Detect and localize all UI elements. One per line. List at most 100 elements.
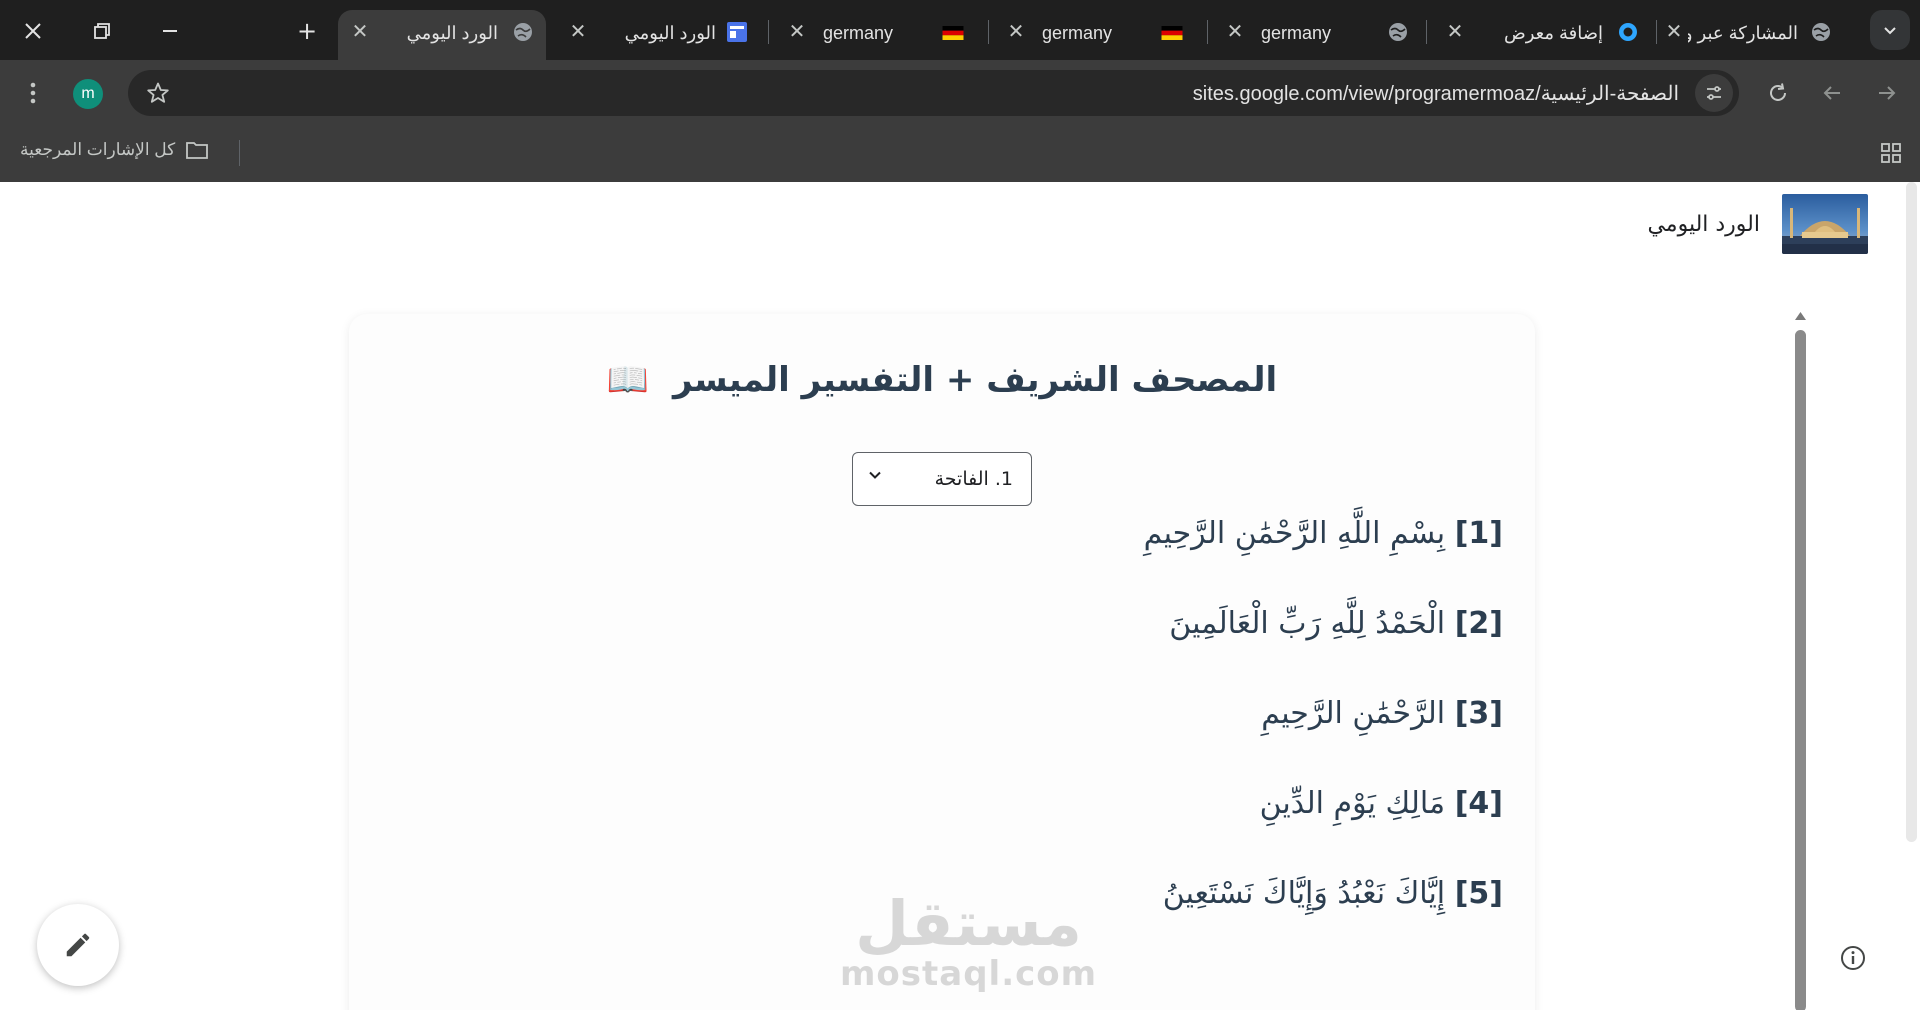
reload-icon — [1770, 83, 1786, 101]
window-restore-button[interactable] — [87, 16, 117, 46]
url-text[interactable]: sites.google.com/view/programermoaz/الصف… — [1193, 81, 1679, 106]
ayah-number: [1] — [1454, 516, 1503, 551]
tab-separator — [768, 20, 769, 44]
ayah-line: [5] إِيَّاكَ نَعْبُدُ وَإِيَّاكَ نَسْتَع… — [1163, 876, 1503, 911]
ayah-text: إِيَّاكَ نَعْبُدُ وَإِيَّاكَ نَسْتَعِينُ — [1162, 876, 1446, 911]
ayah-text: مَالِكِ يَوْمِ الدِّينِ — [1259, 786, 1446, 821]
minimize-icon — [163, 30, 177, 32]
pencil-icon — [66, 933, 90, 957]
bookmarks-divider — [239, 140, 240, 166]
embed-scrollbar[interactable] — [1794, 312, 1807, 1010]
close-icon — [25, 23, 41, 39]
globe-icon — [514, 23, 532, 41]
info-icon — [1841, 946, 1865, 970]
tab-separator — [1207, 20, 1208, 44]
bookmark-star-button[interactable] — [144, 79, 172, 107]
star-icon — [147, 82, 169, 103]
tab-close-button[interactable]: ✕ — [1004, 19, 1028, 43]
address-bar[interactable]: sites.google.com/view/programermoaz/الصف… — [128, 70, 1739, 116]
site-header: الورد اليومي — [1647, 194, 1868, 254]
forward-button[interactable] — [1872, 78, 1902, 108]
tab-close-button[interactable]: ✕ — [1223, 19, 1247, 43]
globe-icon — [1389, 23, 1407, 41]
page-title: المصحف الشريف + التفسير الميسر 📖 — [349, 360, 1535, 400]
tune-icon — [1707, 86, 1721, 100]
bookmarks-bar: كل الإشارات المرجعية — [0, 126, 1920, 182]
toolbar: m sites.google.com/view/programermoaz/ال… — [0, 60, 1920, 126]
tab-separator — [988, 20, 989, 44]
profile-avatar[interactable]: m — [73, 79, 103, 109]
ayah-line: [4] مَالِكِ يَوْمِ الدِّينِ — [1260, 786, 1503, 821]
reload-button[interactable] — [1763, 78, 1793, 108]
window-minimize-button[interactable] — [155, 16, 185, 46]
arrow-left-icon — [1823, 86, 1840, 100]
apps-grid-icon — [1881, 143, 1901, 163]
chevron-down-icon — [1884, 27, 1896, 35]
tab-separator — [1426, 20, 1427, 44]
site-title[interactable]: الورد اليومي — [1647, 212, 1760, 237]
ayah-text: الرَّحْمَٰنِ الرَّحِيمِ — [1261, 696, 1446, 731]
watermark-arabic: مستقل — [855, 887, 1082, 960]
ayah-text: بِسْمِ اللَّهِ الرَّحْمَٰنِ الرَّحِيمِ — [1143, 516, 1446, 551]
site-logo-mosque-image[interactable] — [1782, 194, 1868, 254]
tab-wird[interactable]: ✕ الورد اليومي — [556, 10, 764, 60]
ayah-number: [4] — [1454, 786, 1503, 821]
tab-title: germany — [1261, 23, 1332, 43]
tab-close-button[interactable]: ✕ — [1662, 19, 1686, 43]
restore-icon — [94, 23, 110, 39]
page-content: الورد اليومي المصحف الشريف + التفسير الم… — [0, 182, 1920, 1010]
profile-initial: m — [81, 85, 95, 102]
sites-icon — [727, 22, 747, 42]
tab-close-button[interactable]: ✕ — [785, 19, 809, 43]
all-bookmarks-label: كل الإشارات المرجعية — [20, 140, 176, 159]
ring-icon — [1619, 23, 1637, 41]
page-scrollbar[interactable] — [1906, 182, 1917, 842]
tab-wird-active[interactable]: ✕ الورد اليومي — [338, 10, 546, 60]
tab-share[interactable]: ✕ المشاركة عبر و — [1662, 10, 1842, 60]
tab-close-button[interactable]: ✕ — [348, 19, 372, 43]
tab-close-button[interactable]: ✕ — [566, 19, 590, 43]
edit-button[interactable] — [37, 904, 119, 986]
ayah-text: الْحَمْدُ لِلَّهِ رَبِّ الْعَالَمِينَ — [1169, 606, 1446, 641]
tab-close-button[interactable]: ✕ — [1443, 19, 1467, 43]
book-icon: 📖 — [606, 360, 650, 400]
site-info-button[interactable] — [1695, 74, 1733, 112]
window-close-button[interactable] — [18, 16, 48, 46]
ayah-line: [2] الْحَمْدُ لِلَّهِ رَبِّ الْعَالَمِين… — [1169, 606, 1503, 641]
tab-title: الورد اليومي — [624, 23, 716, 43]
tab-title: germany — [1042, 23, 1113, 43]
scrollbar-graphic — [1795, 312, 1806, 1010]
all-bookmarks-folder[interactable]: كل الإشارات المرجعية — [20, 140, 209, 160]
germany-flag-icon — [942, 26, 964, 40]
tab-germany-2[interactable]: ✕ germany — [994, 10, 1202, 60]
tab-add-gallery[interactable]: ✕ إضافة معرض — [1443, 10, 1651, 60]
ayah-number: [3] — [1454, 696, 1503, 731]
folder-icon — [186, 142, 209, 159]
germany-flag-icon — [1161, 26, 1183, 40]
tab-separator — [1656, 20, 1657, 44]
tab-groups-button[interactable] — [1876, 138, 1906, 168]
more-vert-icon — [30, 82, 36, 104]
browser-window: + ✕ الورد اليومي ✕ الورد اليومي ✕ german… — [0, 0, 1920, 1010]
tab-germany-3[interactable]: ✕ germany — [775, 10, 983, 60]
chevron-down-icon — [869, 471, 881, 479]
back-button[interactable] — [1817, 78, 1847, 108]
arrow-right-icon — [1879, 86, 1896, 100]
surah-select[interactable]: 1. الفاتحة — [852, 452, 1032, 506]
tab-search-button[interactable] — [1870, 10, 1910, 50]
tab-title: إضافة معرض — [1503, 23, 1603, 43]
globe-icon — [1812, 23, 1830, 41]
tab-title: الورد اليومي — [406, 23, 498, 43]
ayah-line: [1] بِسْمِ اللَّهِ الرَّحْمَٰنِ الرَّحِي… — [1144, 516, 1503, 551]
ayah-number: [2] — [1454, 606, 1503, 641]
tab-title: المشاركة عبر و — [1688, 23, 1798, 43]
menu-button[interactable] — [18, 78, 48, 108]
ayah-line: [3] الرَّحْمَٰنِ الرَّحِيمِ — [1261, 696, 1503, 731]
tab-germany-1[interactable]: ✕ germany — [1213, 10, 1421, 60]
quran-heading: المصحف الشريف + التفسير الميسر — [672, 360, 1278, 400]
new-tab-button[interactable]: + — [292, 16, 322, 46]
watermark-latin: mostaql.com — [840, 954, 1098, 994]
tab-title: germany — [823, 23, 894, 43]
info-button[interactable] — [1839, 944, 1867, 972]
mostaql-watermark: مستقل mostaql.com — [840, 887, 1098, 994]
